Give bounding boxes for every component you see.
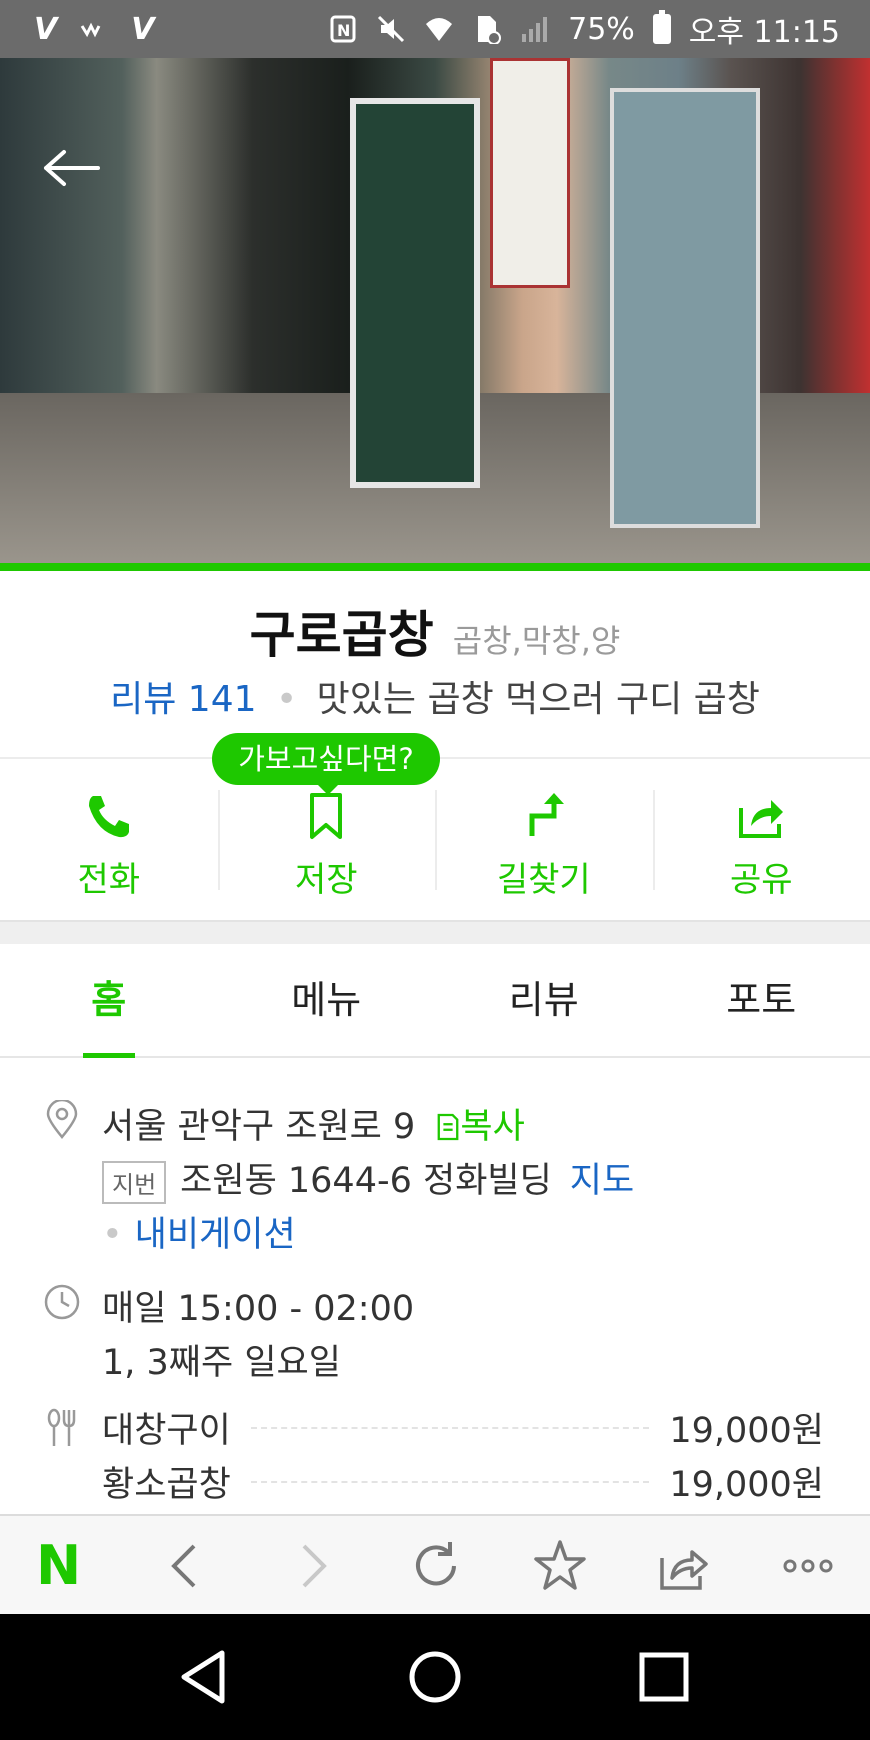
more-icon[interactable] <box>778 1536 838 1596</box>
tab-review[interactable]: 리뷰 <box>435 944 653 1056</box>
status-bar: V V N 75% 오후 11:15 <box>0 0 870 58</box>
nav-back-icon[interactable] <box>176 1647 236 1707</box>
copy-label: 복사 <box>460 1107 525 1147</box>
save-button[interactable]: 저장 <box>217 780 436 920</box>
nav-home-icon[interactable] <box>405 1647 465 1707</box>
directions-icon <box>529 793 564 836</box>
save-tooltip[interactable]: 가보고싶다면? <box>212 733 440 795</box>
hours-closed: 1, 3째주 일요일 <box>102 1343 341 1383</box>
jibeon-address: 조원동 1644-6 정화빌딩 <box>180 1161 552 1201</box>
directions-button[interactable]: 길찾기 <box>435 780 653 920</box>
save-label: 저장 <box>294 860 358 900</box>
location-pin-icon <box>46 1100 78 1139</box>
clock-icon <box>44 1284 80 1320</box>
bookmark-icon <box>310 793 343 839</box>
photo-divider <box>0 563 870 571</box>
photo-door <box>350 98 480 488</box>
share-label: 공유 <box>729 860 793 900</box>
share-icon <box>739 800 784 838</box>
place-category: 곱창,막창,양 <box>452 622 621 660</box>
photo-panel <box>610 88 760 528</box>
call-label: 전화 <box>77 860 141 900</box>
menu-item-price: 19,000원 <box>669 1411 824 1451</box>
battery-icon <box>652 10 671 44</box>
navigation-row: • 내비게이션 <box>102 1206 296 1257</box>
navigation-link[interactable]: 내비게이션 <box>135 1215 296 1255</box>
road-address: 서울 관악구 조원로 9 <box>102 1107 416 1147</box>
menu-item: 황소곱창 19,000원 <box>102 1456 824 1507</box>
call-button[interactable]: 전화 <box>0 780 218 920</box>
menu-item-name: 황소곱창 <box>102 1465 231 1505</box>
jibeon-tag: 지번 <box>102 1160 167 1204</box>
tab-bar: 홈 메뉴 리뷰 포토 <box>0 944 870 1058</box>
tab-photo[interactable]: 포토 <box>653 944 870 1056</box>
forward-icon[interactable] <box>282 1536 342 1596</box>
map-link[interactable]: 지도 <box>570 1161 634 1201</box>
title-row: 구로곱창 곱창,막창,양 <box>0 595 870 667</box>
v-icon: V <box>34 11 58 47</box>
tab-home[interactable]: 홈 <box>0 944 218 1056</box>
copy-icon <box>438 1113 459 1141</box>
wifi-calling-icon <box>80 22 101 38</box>
jibeon-address-row: 지번 조원동 1644-6 정화빌딩 지도 <box>102 1152 634 1204</box>
signal-icon <box>522 17 548 42</box>
nfc-icon: N <box>330 15 356 43</box>
section-gap <box>0 920 870 944</box>
tab-menu[interactable]: 메뉴 <box>218 944 436 1056</box>
separator-dot: • <box>275 679 298 720</box>
back-icon[interactable] <box>156 1536 216 1596</box>
status-left-icons: V V <box>34 8 154 50</box>
menu-item-name: 대창구이 <box>102 1411 231 1451</box>
star-icon[interactable] <box>530 1536 590 1596</box>
restaurant-photo[interactable] <box>0 58 870 563</box>
action-bar: 전화 저장 길찾기 공유 <box>0 780 870 920</box>
share-page-icon[interactable] <box>654 1536 714 1596</box>
file-error-icon <box>478 16 502 44</box>
share-button[interactable]: 공유 <box>652 780 870 920</box>
review-count-link[interactable]: 리뷰 141 <box>110 679 256 720</box>
place-description: 맛있는 곱창 먹으러 구디 곱창 <box>316 679 760 720</box>
dotted-leader <box>250 1426 650 1429</box>
volte-icon: V <box>131 11 155 47</box>
directions-label: 길찾기 <box>496 860 591 900</box>
battery-percent: 75% <box>568 11 635 47</box>
menu-item: 대창구이 19,000원 <box>102 1402 824 1453</box>
svg-text:N: N <box>337 21 350 40</box>
copy-address-button[interactable]: 복사 <box>436 1107 525 1147</box>
road-address-row: 서울 관악구 조원로 9 복사 <box>102 1098 525 1149</box>
browser-toolbar: N <box>0 1514 870 1614</box>
bullet-dot: • <box>102 1215 123 1255</box>
photo-signboard <box>490 58 570 288</box>
phone-icon <box>88 796 129 838</box>
android-nav-bar <box>0 1614 870 1740</box>
dotted-leader <box>250 1480 650 1483</box>
mute-icon <box>378 15 405 43</box>
status-right-icons: N 75% 오후 11:15 <box>328 8 840 50</box>
back-arrow-icon[interactable] <box>42 148 102 188</box>
subtitle-row: 리뷰 141 • 맛있는 곱창 먹으러 구디 곱창 <box>0 670 870 722</box>
refresh-icon[interactable] <box>406 1536 466 1596</box>
nav-recents-icon[interactable] <box>634 1647 694 1707</box>
wifi-icon <box>426 18 453 41</box>
utensils-icon <box>47 1408 76 1446</box>
clock: 오후 11:15 <box>688 15 840 50</box>
hours-daily: 매일 15:00 - 02:00 <box>102 1289 415 1329</box>
menu-item-price: 19,000원 <box>669 1465 824 1505</box>
place-name: 구로곱창 <box>249 606 434 664</box>
naver-logo[interactable]: N <box>36 1538 81 1594</box>
